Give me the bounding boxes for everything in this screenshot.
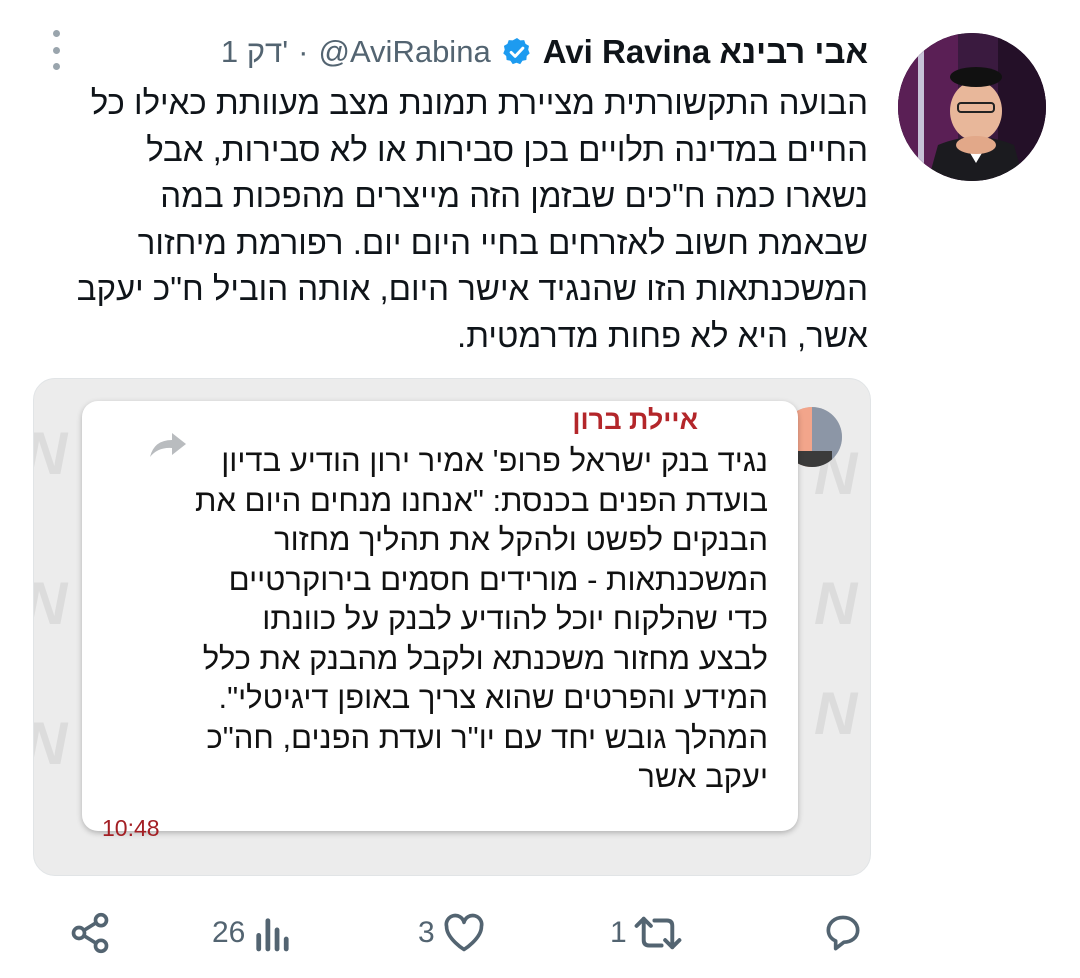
reply-button[interactable] — [820, 905, 866, 961]
tweet-text-line: המשכנתאות הזו שהנגיד אישר היום, אותה הוב… — [76, 270, 868, 307]
forward-icon — [150, 433, 186, 457]
watermark: N — [814, 570, 858, 637]
message-line: לבצע מחזור משכנתא ולקבל מהבנק את כלל — [202, 640, 768, 676]
share-icon — [71, 912, 109, 954]
views-button[interactable]: 26 — [212, 905, 291, 961]
message-line: כדי שהלקוח יוכל להודיע לבנק על כוונתו — [262, 601, 768, 636]
tweet-header: Avi Ravina אבי רבינא @AviRabina · 1 דק' — [221, 30, 868, 74]
likes-count: 3 — [418, 916, 435, 949]
message-body: נגיד בנק ישראל פרופ' אמיר ירון הודיע בדי… — [195, 441, 768, 797]
message-line: המשכנתאות - מורידים חסמים בירוקרטיים — [228, 561, 768, 597]
separator-dot: · — [298, 34, 309, 69]
retweets-count: 1 — [610, 916, 627, 949]
tweet-text-line: הבועה התקשורתית מציירת תמונת מצב מעוותת … — [90, 84, 868, 121]
share-button[interactable] — [68, 905, 112, 961]
watermark: N — [34, 569, 67, 638]
message-bubble: איילת ברון נגיד בנק ישראל פרופ' אמיר ירו… — [82, 401, 798, 841]
message-time: 10:48 — [102, 815, 160, 841]
author-avatar[interactable] — [898, 33, 1046, 181]
like-icon — [444, 913, 484, 952]
reply-icon — [826, 915, 860, 951]
tweet-actions: 26 3 1 — [0, 905, 1080, 965]
message-line: יעקב אשר — [638, 759, 768, 794]
tweet-text: הבועה התקשורתית מציירת תמונת מצב מעוותת … — [38, 80, 868, 359]
sender-name: איילת ברון — [572, 405, 698, 435]
user-handle[interactable]: @AviRabina — [318, 34, 490, 70]
like-button[interactable]: 3 — [418, 905, 487, 961]
watermark: N — [814, 680, 858, 747]
more-options-icon[interactable] — [46, 30, 66, 70]
display-name[interactable]: Avi Ravina אבי רבינא — [543, 33, 868, 71]
tweet-media-image[interactable]: N N N N N N איילת ברון נגיד בנק ישראל פר… — [33, 378, 871, 876]
tweet-text-line: שבאמת חשוב לאזרחים בחיי היום יום. רפורמת… — [137, 223, 868, 261]
message-line: נגיד בנק ישראל פרופ' אמיר ירון הודיע בדי… — [221, 443, 768, 478]
verified-badge-icon — [502, 38, 530, 65]
message-line: בועדת הפנים בכנסת: "אנחנו מנחים היום את — [195, 482, 768, 518]
watermark: N — [34, 709, 67, 778]
message-line: המהלך גובש יחד עם יו"ר ועדת הפנים, חה"כ — [206, 719, 769, 755]
views-count: 26 — [212, 916, 246, 949]
views-icon — [256, 918, 289, 952]
retweet-button[interactable]: 1 — [610, 905, 683, 961]
message-line: המידע והפרטים שהוא צריך באופן דיגיטלי". — [218, 680, 768, 715]
tweet-text-line: אשר, היא לא פחות מדרמטית. — [457, 316, 868, 354]
watermark: N — [34, 419, 67, 488]
message-line: הבנקים לפשט ולהקל את תהליך מחזור — [274, 522, 768, 557]
tweet-text-line: נשארו כמה ח"כים שבזמן הזה מייצרים מהפכות… — [160, 177, 868, 214]
retweet-icon — [634, 916, 682, 950]
avatar-image — [898, 33, 1046, 181]
tweet-text-line: החיים במדינה תלויים בכן סבירות או לא סבי… — [146, 130, 868, 168]
tweet-time[interactable]: 1 דק' — [221, 34, 288, 70]
